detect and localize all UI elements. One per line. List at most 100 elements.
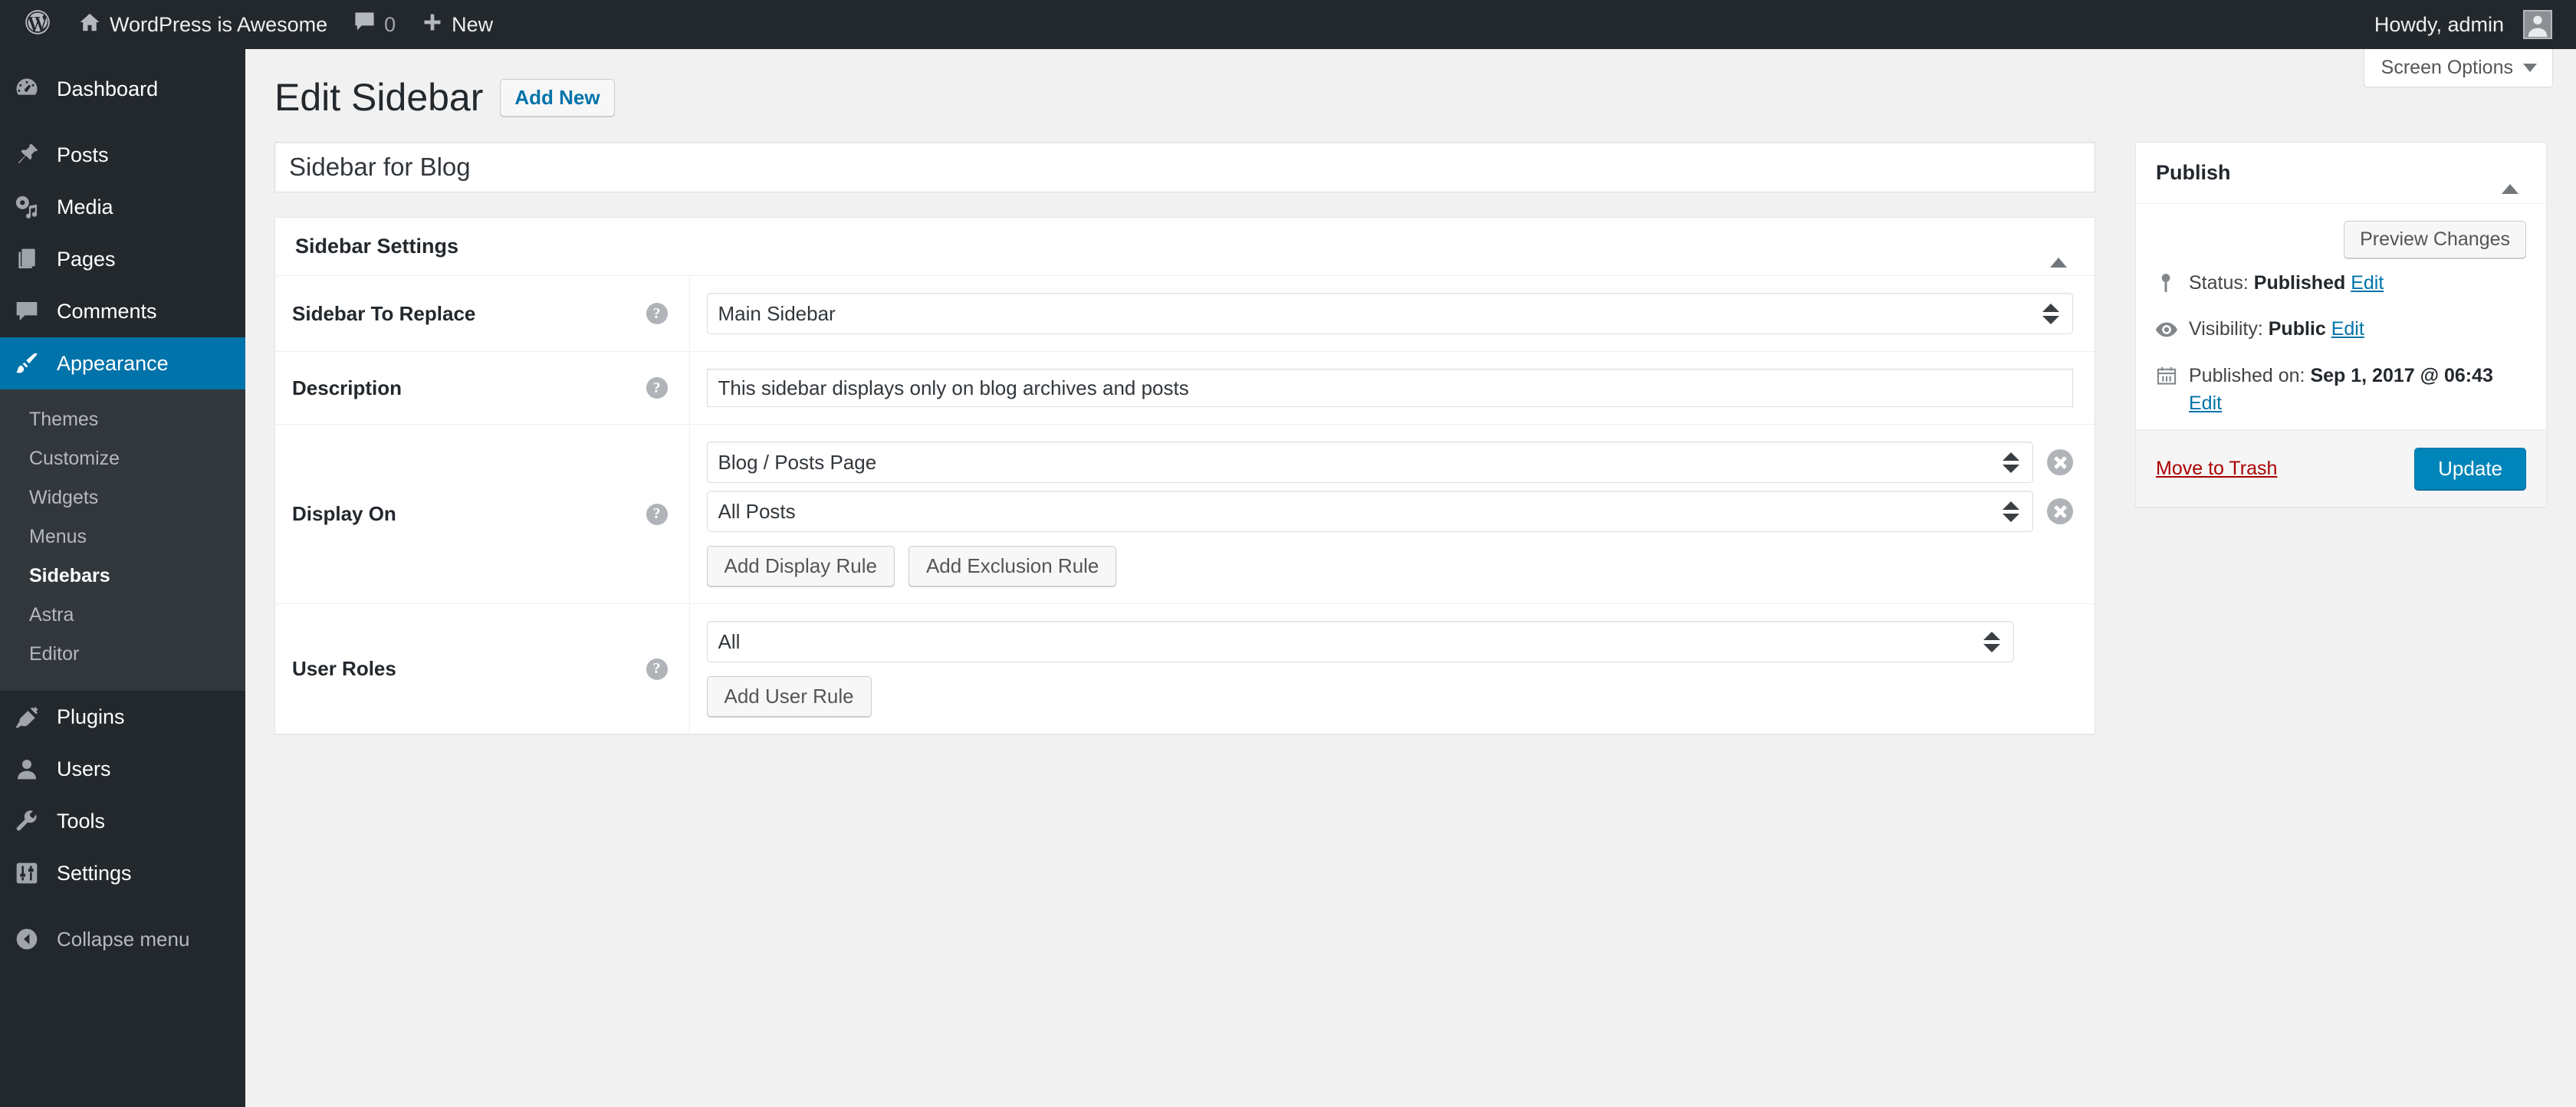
panel-collapse-toggle[interactable] [2042,232,2075,268]
published-on-label: Published on: [2189,364,2305,386]
update-button[interactable]: Update [2414,448,2526,490]
sidebar-title-input[interactable] [274,142,2095,192]
new-content-menu-item[interactable]: New [409,0,506,49]
paintbrush-icon [11,347,43,379]
sidebar-item-settings[interactable]: Settings [0,847,245,899]
submenu-item-menus[interactable]: Menus [0,517,245,557]
sidebar-item-dashboard[interactable]: Dashboard [0,63,245,115]
sidebar-item-media[interactable]: Media [0,181,245,233]
home-icon [78,11,101,39]
publish-collapse-toggle[interactable] [2494,158,2526,194]
help-icon-user-roles[interactable]: ? [646,658,668,680]
sidebar-settings-header[interactable]: Sidebar Settings [275,218,2095,276]
eye-visibility-icon [2156,318,2177,341]
sidebar-item-posts[interactable]: Posts [0,129,245,181]
publish-heading: Publish [2156,161,2231,184]
new-label: New [452,12,494,36]
display-rule-select-1[interactable]: Blog / Posts Page [706,442,2033,483]
submenu-item-widgets[interactable]: Widgets [0,478,245,517]
comment-bubble-icon [353,11,376,38]
submenu-item-customize[interactable]: Customize [0,439,245,478]
published-on-row: Published on: Sep 1, 2017 @ 06:43 Edit [2156,351,2526,425]
sidebar-to-replace-select[interactable]: Main Sidebar [706,293,2073,334]
sidebar-item-label: Users [57,757,111,780]
sidebar-item-label: Plugins [57,705,125,728]
sidebar-item-label: Dashboard [57,77,159,100]
label-cell-display-on: Display On ? [275,424,690,604]
help-icon-description[interactable]: ? [646,377,668,399]
visibility-edit-link[interactable]: Edit [2331,318,2364,340]
avatar [2523,10,2552,39]
published-on-text: Published on: Sep 1, 2017 @ 06:43 Edit [2189,362,2526,418]
site-name-menu-item[interactable]: WordPress is Awesome [65,0,340,49]
label-cell-sidebar-to-replace: Sidebar To Replace ? [275,276,690,352]
comment-icon [11,295,43,327]
add-user-rule-button[interactable]: Add User Rule [706,676,872,717]
user-role-select[interactable]: All [706,621,2014,662]
collapse-menu-button[interactable]: Collapse menu [0,913,245,965]
help-icon-display-on[interactable]: ? [646,503,668,525]
settings-icon [11,857,43,889]
publish-panel: Publish Preview Changes Status: Publishe… [2135,142,2547,508]
label-user-roles: User Roles [292,657,396,680]
display-rule-row: Blog / Posts Page [706,442,2073,483]
help-icon-sidebar-to-replace[interactable]: ? [646,303,668,324]
status-edit-link[interactable]: Edit [2351,272,2384,294]
sidebar-item-pages[interactable]: Pages [0,233,245,285]
sidebar-item-comments[interactable]: Comments [0,285,245,337]
user-role-buttons: Add User Rule [706,676,2074,717]
sidebar-item-label: Comments [57,299,157,323]
sidebar-item-users[interactable]: Users [0,743,245,795]
field-cell-sidebar-to-replace: Main Sidebar [689,276,2095,352]
appearance-submenu: Themes Customize Widgets Menus Sidebars … [0,389,245,691]
howdy-label: Howdy, admin [2374,12,2504,36]
description-input[interactable] [706,369,2073,407]
pages-icon [11,243,43,275]
content-area: Screen Options Edit Sidebar Add New Side… [245,49,2576,1107]
move-to-trash-link[interactable]: Move to Trash [2156,458,2277,480]
published-on-value: Sep 1, 2017 @ 06:43 [2310,364,2493,386]
wp-logo-menu-item[interactable] [10,0,65,49]
publish-panel-header[interactable]: Publish [2136,143,2546,204]
wrench-icon [11,805,43,837]
sidebar-settings-panel: Sidebar Settings Sidebar To Replace ? Ma… [274,217,2095,734]
visibility-text: Visibility: Public Edit [2189,315,2364,343]
submenu-item-astra[interactable]: Astra [0,596,245,635]
dashboard-icon [11,73,43,105]
add-new-button[interactable]: Add New [500,79,615,117]
row-description: Description ? [275,351,2095,425]
display-rule-buttons: Add Display Rule Add Exclusion Rule [706,546,2074,586]
comments-menu-item[interactable]: 0 [340,0,409,49]
status-text: Status: Published Edit [2189,269,2384,297]
my-account-menu-item[interactable]: Howdy, admin [2361,0,2565,49]
status-value: Published [2253,272,2346,294]
label-cell-user-roles: User Roles ? [275,603,690,734]
display-rule-select-2[interactable]: All Posts [706,491,2033,532]
submenu-item-sidebars[interactable]: Sidebars [0,557,245,596]
remove-display-rule-2-icon[interactable] [2047,498,2073,524]
sidebar-item-appearance[interactable]: Appearance [0,337,258,389]
submenu-item-editor[interactable]: Editor [0,635,245,674]
submenu-item-themes[interactable]: Themes [0,400,245,439]
screen-meta-links: Screen Options [2363,49,2553,87]
preview-changes-button[interactable]: Preview Changes [2344,221,2526,258]
wordpress-logo-icon [23,8,52,42]
sidebar-item-tools[interactable]: Tools [0,795,245,847]
user-role-row: All [706,621,2074,662]
minor-publishing-actions: Preview Changes [2156,221,2526,258]
chevron-up-icon [2050,235,2067,268]
sidebar-item-plugins[interactable]: Plugins [0,691,245,743]
screen-options-button[interactable]: Screen Options [2363,49,2553,87]
sidebar-item-label: Settings [57,861,132,885]
side-column: Publish Preview Changes Status: Publishe… [2135,142,2547,508]
visibility-value: Public [2268,318,2326,340]
chevron-down-icon [2523,64,2537,72]
add-exclusion-rule-button[interactable]: Add Exclusion Rule [908,546,1117,586]
plug-icon [11,701,43,733]
minor-publishing-section: Preview Changes Status: Published Edit V… [2136,204,2546,430]
published-on-edit-link[interactable]: Edit [2189,393,2222,414]
add-display-rule-button[interactable]: Add Display Rule [706,546,895,586]
sidebar-item-label: Tools [57,809,106,833]
remove-display-rule-1-icon[interactable] [2047,449,2073,475]
collapse-menu-label: Collapse menu [57,927,190,951]
